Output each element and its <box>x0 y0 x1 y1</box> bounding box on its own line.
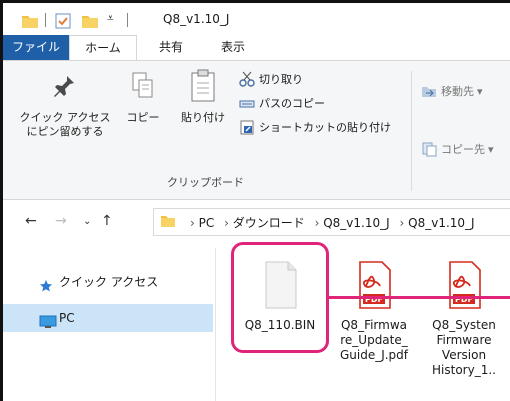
title-separator <box>45 13 46 27</box>
title-separator-2 <box>127 13 128 27</box>
breadcrumb-pc[interactable]: PC <box>199 216 215 230</box>
pdf-icon: PDF <box>329 260 419 314</box>
highlight-box <box>231 242 329 353</box>
scissors-icon <box>239 71 255 87</box>
nav-item-pc[interactable]: PC <box>3 304 213 332</box>
pin-to-quick-access-button[interactable]: クイック アクセス にピン留めする <box>17 67 113 147</box>
move-to-chevron-icon: ▾ <box>477 84 483 98</box>
copy-to-icon <box>422 142 437 157</box>
back-arrow-icon[interactable]: ← <box>25 213 37 229</box>
copy-to-label: コピー先 <box>441 143 485 156</box>
address-box[interactable]: › PC › ダウンロード › Q8_v1.10_J › Q8_v1.10_J <box>153 208 510 236</box>
nav-item-quick-access[interactable]: クイック アクセス <box>3 268 213 296</box>
up-arrow-icon[interactable]: ↑ <box>101 213 113 229</box>
copy-path-icon <box>239 100 255 108</box>
monitor-icon <box>39 311 57 339</box>
file-item-pdf-history[interactable]: PDF Q8_Systen Firmware Version History_1… <box>419 248 509 378</box>
cut-label: 切り取り <box>259 73 303 86</box>
ribbon-home: クイック アクセス にピン留めする コピー 貼り付け 切り取り パスのコピー シ… <box>3 60 510 200</box>
tab-view[interactable]: 表示 <box>213 35 253 60</box>
ribbon-separator <box>411 71 412 191</box>
highlight-connector-line <box>329 296 510 299</box>
cut-button[interactable]: 切り取り <box>239 71 303 87</box>
paste-shortcut-label: ショートカットの貼り付け <box>259 121 391 134</box>
group-label-clipboard: クリップボード <box>167 176 244 189</box>
star-icon <box>39 275 53 303</box>
nav-label-pc: PC <box>59 311 75 325</box>
paste-button[interactable]: 貼り付け <box>175 67 231 147</box>
pdf-icon: PDF <box>419 260 509 314</box>
explorer-window: ⩡ Q8_v1.10_J ファイル ホーム 共有 表示 クイック アクセス にピ… <box>0 0 510 401</box>
move-to-icon <box>422 87 436 97</box>
breadcrumb-downloads[interactable]: ダウンロード <box>233 216 305 230</box>
window-title: Q8_v1.10_J <box>163 12 230 26</box>
tab-home[interactable]: ホーム <box>69 35 137 62</box>
properties-checkbox-icon[interactable] <box>55 13 71 32</box>
file-name: Q8_Firmwa re_Update_ Guide_J.pdf <box>339 318 409 362</box>
breadcrumb-chevron-icon: › <box>224 216 229 230</box>
folder-icon[interactable] <box>21 13 39 32</box>
move-to-label: 移動先 <box>441 85 474 98</box>
tab-file[interactable]: ファイル <box>3 35 69 60</box>
file-name: Q8_Systen Firmware Version History_1.. <box>432 318 496 377</box>
paste-shortcut-button[interactable]: ショートカットの貼り付け <box>239 119 391 135</box>
address-bar-row: ← → ⌄ ↑ › PC › ダウンロード › Q8_v1.10_J › Q8_… <box>3 204 510 238</box>
move-to-button[interactable]: 移動先 ▾ <box>421 83 483 99</box>
copy-path-label: パスのコピー <box>259 97 325 110</box>
breadcrumb-folder-1[interactable]: Q8_v1.10_J <box>323 216 389 230</box>
recent-locations-chevron-icon[interactable]: ⌄ <box>83 216 91 227</box>
paste-label: 貼り付け <box>181 111 225 124</box>
pane-divider <box>215 248 216 401</box>
copy-icon <box>131 71 155 104</box>
ribbon-tabs: ファイル ホーム 共有 表示 <box>3 35 510 62</box>
breadcrumb-chevron-icon: › <box>314 216 320 230</box>
breadcrumb-chevron-icon: › <box>399 216 405 230</box>
address-folder-icon <box>160 214 176 231</box>
pin-label-line1: クイック アクセス <box>19 111 111 124</box>
pin-label-line2: にピン留めする <box>26 125 104 138</box>
paste-icon <box>189 69 217 106</box>
paste-shortcut-icon <box>240 120 254 135</box>
navigation-pane: クイック アクセス PC <box>3 248 215 401</box>
tab-share[interactable]: 共有 <box>151 35 191 60</box>
forward-arrow-icon[interactable]: → <box>55 213 67 229</box>
title-bar: ⩡ Q8_v1.10_J <box>3 3 510 35</box>
copy-to-button[interactable]: コピー先 ▾ <box>421 141 494 157</box>
breadcrumb: › PC › ダウンロード › Q8_v1.10_J › Q8_v1.10_J <box>184 214 475 231</box>
copy-path-button[interactable]: パスのコピー <box>239 95 325 111</box>
copy-button[interactable]: コピー <box>123 67 163 147</box>
breadcrumb-folder-2[interactable]: Q8_v1.10_J <box>408 216 474 230</box>
nav-label-quick-access: クイック アクセス <box>59 275 159 289</box>
copy-to-chevron-icon: ▾ <box>488 142 494 156</box>
new-folder-icon[interactable] <box>81 13 99 32</box>
file-item-pdf-guide[interactable]: PDF Q8_Firmwa re_Update_ Guide_J.pdf <box>329 248 419 363</box>
customize-toolbar-icon[interactable]: ⩡ <box>107 11 114 26</box>
pin-icon <box>51 73 77 102</box>
copy-label: コピー <box>126 111 160 124</box>
breadcrumb-chevron-icon: › <box>190 216 195 230</box>
